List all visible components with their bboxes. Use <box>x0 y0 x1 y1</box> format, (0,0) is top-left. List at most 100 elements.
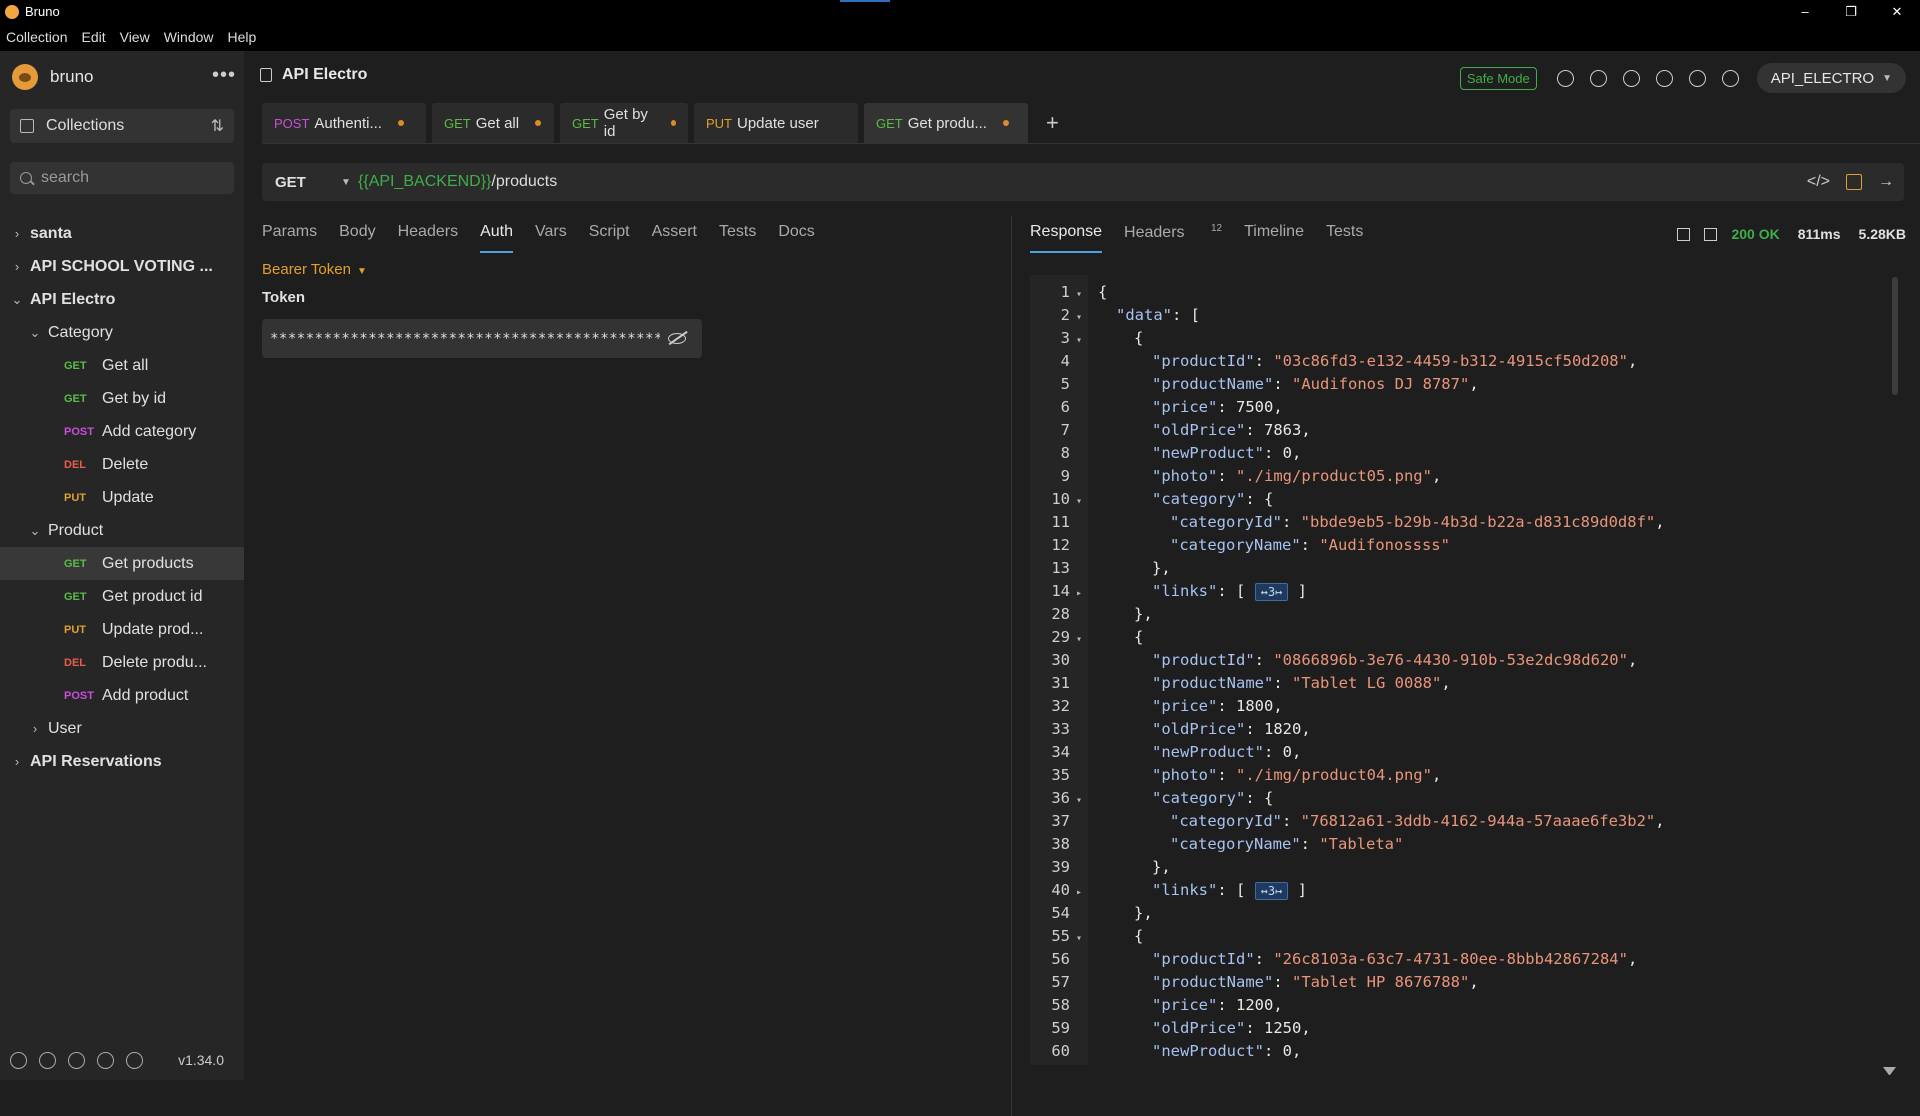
json-key: "data" <box>1116 306 1172 324</box>
tab-body[interactable]: Body <box>339 223 375 253</box>
request-tab[interactable]: GET Get by id <box>560 103 688 143</box>
tab-auth[interactable]: Auth <box>480 223 513 253</box>
pane-divider[interactable] <box>1011 216 1012 1116</box>
save-icon[interactable] <box>1846 174 1862 190</box>
sidebar-request-item[interactable]: GET Get all <box>0 349 244 382</box>
sidebar-folder-item[interactable]: › API Reservations <box>0 745 244 778</box>
request-tab[interactable]: PUT Update user <box>694 103 858 143</box>
menu-collection[interactable]: Collection <box>6 29 67 45</box>
tab-vars[interactable]: Vars <box>535 223 567 253</box>
tab-tests[interactable]: Tests <box>719 223 756 253</box>
tab-params[interactable]: Params <box>262 223 317 253</box>
globe-icon[interactable] <box>1721 69 1739 87</box>
line-number: 40 <box>1051 881 1070 899</box>
close-button[interactable]: ✕ <box>1874 0 1920 23</box>
fold-toggle-icon[interactable]: ▸ <box>1070 582 1088 605</box>
fold-toggle-icon[interactable]: ▾ <box>1070 283 1088 306</box>
sidebar-folder-item[interactable]: ⌄ Product <box>0 514 244 547</box>
sidebar-folder-item[interactable]: ⌄ API Electro <box>0 283 244 316</box>
sort-icon[interactable]: ⇅ <box>211 116 224 136</box>
cookie-icon[interactable] <box>39 1051 56 1069</box>
response-body[interactable]: 1 ▾{2 ▾ "data": [3 ▾{4 "productId": "03c86fd3… <box>1030 275 1900 1065</box>
fold-toggle-icon[interactable]: ▾ <box>1070 490 1088 513</box>
collapsed-array-chip[interactable]: ↔3↦ <box>1254 882 1289 900</box>
unsaved-dot-icon[interactable] <box>1002 120 1009 126</box>
request-tab[interactable]: GET Get produ... <box>864 103 1028 143</box>
fold-toggle-icon[interactable]: ▾ <box>1070 927 1088 950</box>
download-icon[interactable] <box>1704 227 1718 241</box>
url-input[interactable]: {{API_BACKEND}}/products <box>358 173 557 191</box>
tab-assert[interactable]: Assert <box>652 223 697 253</box>
minimize-button[interactable]: – <box>1782 0 1828 23</box>
restore-button[interactable]: ❐ <box>1828 0 1874 23</box>
sidebar-folder-item[interactable]: ⌄ Category <box>0 316 244 349</box>
more-options-icon[interactable]: ••• <box>212 65 236 85</box>
tab-timeline[interactable]: Timeline <box>1244 223 1304 253</box>
fold-toggle-icon[interactable]: ▾ <box>1070 789 1088 812</box>
paw-icon[interactable] <box>1556 69 1574 87</box>
sidebar-folder-item[interactable]: › API SCHOOL VOTING ... <box>0 250 244 283</box>
fold-toggle-icon[interactable]: ▾ <box>1070 306 1088 329</box>
environment-select[interactable]: API_ELECTRO ▼ <box>1756 63 1906 93</box>
unsaved-dot-icon[interactable] <box>670 120 676 126</box>
search-input[interactable] <box>41 169 221 187</box>
sidebar-request-item[interactable]: PUT Update <box>0 481 244 514</box>
runner-icon[interactable] <box>1622 69 1640 87</box>
method-select[interactable]: GET ▼ <box>262 174 358 191</box>
fold-toggle-icon[interactable]: ▾ <box>1070 329 1088 352</box>
generate-code-icon[interactable]: </> <box>1807 173 1830 191</box>
request-tab[interactable]: POST Authenti... <box>262 103 426 143</box>
fold-toggle-icon[interactable]: ▸ <box>1070 881 1088 904</box>
sidebar-folder-item[interactable]: › santa <box>0 217 244 250</box>
gear-icon[interactable] <box>1688 69 1706 87</box>
tab-script[interactable]: Script <box>589 223 630 253</box>
copy-icon[interactable] <box>260 68 272 82</box>
bell-icon[interactable] <box>126 1051 143 1069</box>
clear-icon[interactable] <box>1677 227 1691 241</box>
json-key: "productName" <box>1152 973 1274 991</box>
sidebar-request-item[interactable]: GET Get products <box>0 547 244 580</box>
json-number: 0 <box>1282 743 1292 761</box>
clock-icon[interactable] <box>1589 69 1607 87</box>
unsaved-dot-icon[interactable] <box>397 120 404 126</box>
sidebar-folder-item[interactable]: › User <box>0 712 244 745</box>
tab-headers[interactable]: Headers <box>398 223 458 253</box>
auth-mode-select[interactable]: Bearer Token ▼ <box>262 261 367 278</box>
tab-docs[interactable]: Docs <box>778 223 814 253</box>
sidebar-request-item[interactable]: DEL Delete produ... <box>0 646 244 679</box>
heart-icon[interactable] <box>68 1051 85 1069</box>
sidebar-request-item[interactable]: PUT Update prod... <box>0 613 244 646</box>
eye-off-icon[interactable] <box>668 333 686 344</box>
settings-icon[interactable] <box>10 1051 27 1069</box>
tab-response[interactable]: Response <box>1030 223 1103 253</box>
code-punct: , <box>1469 375 1479 393</box>
new-tab-plus-icon[interactable]: + <box>1034 103 1071 143</box>
request-tab[interactable]: GET Get all <box>432 103 554 143</box>
sidebar-request-item[interactable]: GET Get product id <box>0 580 244 613</box>
menu-view[interactable]: View <box>120 29 150 45</box>
filter-icon[interactable] <box>1883 1067 1896 1079</box>
vertical-scrollbar[interactable] <box>1892 277 1898 395</box>
menu-help[interactable]: Help <box>228 29 257 45</box>
tabs-divider <box>262 143 1920 144</box>
safe-mode-badge[interactable]: Safe Mode <box>1459 66 1537 90</box>
menu-window[interactable]: Window <box>164 29 214 45</box>
collapsed-array-chip[interactable]: ↔3↦ <box>1254 583 1289 601</box>
method-label: PUT <box>64 491 86 504</box>
menu-edit[interactable]: Edit <box>81 29 105 45</box>
eye-icon[interactable] <box>1655 69 1673 87</box>
sidebar-request-item[interactable]: DEL Delete <box>0 448 244 481</box>
key-icon[interactable] <box>97 1051 114 1069</box>
collection-title[interactable]: API Electro <box>282 66 367 84</box>
fold-toggle-icon[interactable]: ▾ <box>1070 628 1088 651</box>
send-arrow-icon[interactable]: → <box>1878 173 1894 191</box>
sidebar-request-item[interactable]: POST Add product <box>0 679 244 712</box>
tab-tests[interactable]: Tests <box>1326 223 1363 253</box>
sidebar-request-item[interactable]: GET Get by id <box>0 382 244 415</box>
search-box[interactable] <box>10 162 234 194</box>
sidebar-request-item[interactable]: POST Add category <box>0 415 244 448</box>
unsaved-dot-icon[interactable] <box>535 120 542 126</box>
tab-headers[interactable]: Headers 12 <box>1124 223 1222 253</box>
collections-button[interactable]: Collections ⇅ <box>10 109 234 143</box>
token-field[interactable]: ****************************************… <box>262 319 702 358</box>
